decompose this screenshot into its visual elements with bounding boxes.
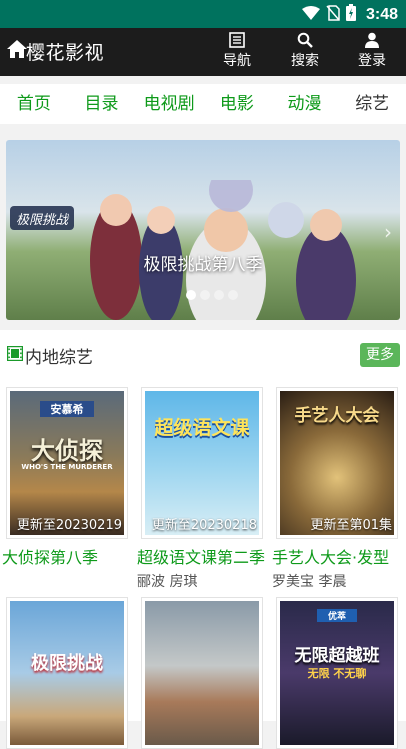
list-icon <box>229 32 245 48</box>
banner-carousel[interactable]: 极限挑战 极限挑战第八季 › <box>6 140 400 320</box>
card-title[interactable]: 超级语文课第二季 <box>137 544 265 568</box>
poster-badge: 安慕希 <box>40 401 94 417</box>
search-button[interactable]: 搜索 <box>283 32 327 70</box>
search-button-label: 搜索 <box>291 53 319 69</box>
section-title: 内地综艺 <box>25 348 93 368</box>
banner-dot[interactable] <box>186 290 196 300</box>
user-icon <box>365 32 379 48</box>
login-button-label: 登录 <box>358 53 386 69</box>
card-poster[interactable]: 优萃 无限超越班 无限 不无聊 <box>276 597 398 749</box>
poster-image: 安慕希 大侦探 WHO'S THE MURDERER 更新至20230219 <box>10 391 124 535</box>
poster-subtitle: WHO'S THE MURDERER <box>21 463 113 471</box>
poster-title: 极限挑战 <box>31 653 103 674</box>
nav-item-anime[interactable]: 动漫 <box>271 84 339 124</box>
search-icon <box>297 32 313 48</box>
category-nav: 首页 目录 电视剧 电影 动漫 综艺 <box>0 84 406 124</box>
card-cast: 罗美宝 李晨 <box>272 574 347 590</box>
nav-button-label: 导航 <box>223 53 251 69</box>
poster-image <box>145 601 259 745</box>
banner-show-logo: 极限挑战 <box>10 206 74 230</box>
chevron-right-icon[interactable]: › <box>384 220 392 244</box>
poster-title: 大侦探 <box>31 437 103 465</box>
card-update: 更新至第01集 <box>310 518 392 533</box>
banner-dot[interactable] <box>214 290 224 300</box>
no-sim-icon <box>326 4 340 25</box>
nav-item-home[interactable]: 首页 <box>0 84 68 124</box>
variety-section: 内地综艺 更多 安慕希 大侦探 WHO'S THE MURDERER 更新至20… <box>0 330 406 749</box>
media-card[interactable] <box>137 597 267 749</box>
nav-button[interactable]: 导航 <box>215 32 259 70</box>
poster-image: 优萃 无限超越班 无限 不无聊 <box>280 601 394 745</box>
wifi-icon <box>301 5 320 24</box>
poster-image: 手艺人大会 更新至第01集 <box>280 391 394 535</box>
login-button[interactable]: 登录 <box>350 32 394 70</box>
poster-title: 手艺人大会 <box>294 406 380 426</box>
card-poster[interactable]: 手艺人大会 更新至第01集 <box>276 387 398 539</box>
poster-title: 超级语文课 <box>154 417 250 439</box>
app-bar: 樱花影视 导航 搜索 登录 <box>0 28 406 76</box>
card-title[interactable]: 手艺人大会·发型 <box>272 544 400 568</box>
banner-logo-text: 极限挑战 <box>16 213 70 228</box>
media-card[interactable]: 极限挑战 <box>2 597 132 749</box>
poster-image: 超级语文课 更新至20230218 <box>145 391 259 535</box>
app-title: 樱花影视 <box>26 42 105 64</box>
status-bar: 3:48 <box>0 0 406 28</box>
nav-item-movie[interactable]: 电影 <box>203 84 271 124</box>
card-cast: 郦波 房琪 <box>137 574 198 590</box>
poster-image: 极限挑战 <box>10 601 124 745</box>
card-update: 更新至20230218 <box>151 518 257 533</box>
battery-icon <box>345 4 356 25</box>
film-icon <box>6 345 24 362</box>
card-poster[interactable]: 安慕希 大侦探 WHO'S THE MURDERER 更新至20230219 <box>6 387 128 539</box>
nav-item-tv[interactable]: 电视剧 <box>135 84 203 124</box>
poster-badge: 优萃 <box>317 609 357 622</box>
banner-caption: 极限挑战第八季 <box>143 255 263 275</box>
media-card[interactable]: 优萃 无限超越班 无限 不无聊 <box>272 597 402 749</box>
card-poster[interactable] <box>141 597 263 749</box>
nav-item-variety[interactable]: 综艺 <box>338 84 406 124</box>
card-poster[interactable]: 极限挑战 <box>6 597 128 749</box>
banner-pager <box>186 290 238 300</box>
poster-subtitle: 无限 不无聊 <box>307 667 367 680</box>
more-button[interactable]: 更多 <box>360 343 400 367</box>
section-header: 内地综艺 更多 <box>0 330 406 376</box>
media-card[interactable]: 安慕希 大侦探 WHO'S THE MURDERER 更新至20230219 大… <box>2 387 132 571</box>
media-card[interactable]: 手艺人大会 更新至第01集 手艺人大会·发型 罗美宝 李晨 <box>272 387 402 591</box>
nav-item-catalog[interactable]: 目录 <box>68 84 136 124</box>
card-poster[interactable]: 超级语文课 更新至20230218 <box>141 387 263 539</box>
card-title[interactable]: 大侦探第八季 <box>2 544 130 568</box>
status-time: 3:48 <box>365 5 398 23</box>
poster-title: 无限超越班 <box>294 646 380 666</box>
banner-dot[interactable] <box>200 290 210 300</box>
media-card[interactable]: 超级语文课 更新至20230218 超级语文课第二季 郦波 房琪 <box>137 387 267 591</box>
banner-dot[interactable] <box>228 290 238 300</box>
card-update: 更新至20230219 <box>16 518 122 533</box>
home-icon[interactable] <box>6 38 28 60</box>
